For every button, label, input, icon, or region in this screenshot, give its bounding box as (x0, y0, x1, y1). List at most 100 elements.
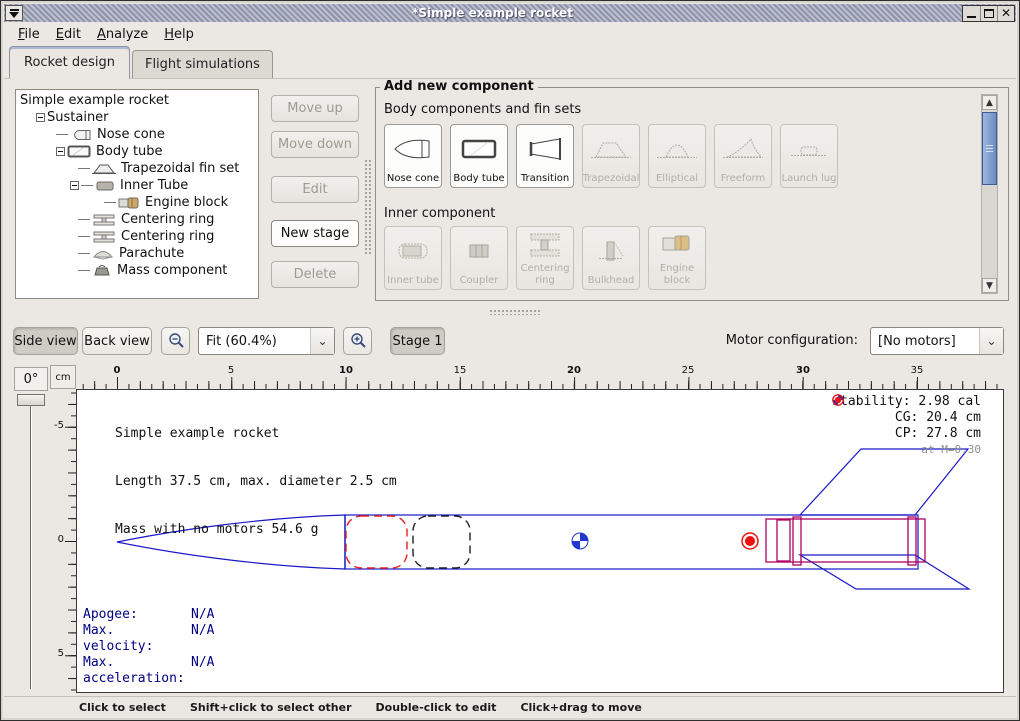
scrollbar-thumb[interactable] (982, 112, 997, 185)
rocket-info: Simple example rocket Length 37.5 cm, ma… (115, 394, 397, 570)
rotation-value: 0° (14, 367, 48, 391)
add-engine-block-button[interactable]: Engine block (648, 226, 706, 290)
move-up-button[interactable]: Move up (271, 95, 359, 122)
freeform-fin-icon (721, 125, 765, 173)
flight-data: Apogee:N/A Max. velocity:N/A Max. accele… (83, 607, 214, 687)
tree-item-fin-set[interactable]: Trapezoidal fin set (16, 160, 258, 177)
component-scrollbar[interactable]: ▲ ▼ (981, 94, 998, 294)
group-title: Add new component (380, 79, 538, 94)
add-launch-lug-button[interactable]: Launch lug (780, 124, 838, 188)
hint-shift-click: Shift+click to select other (190, 701, 352, 714)
cp-marker (742, 533, 758, 549)
menu-file[interactable]: File (12, 25, 46, 44)
horizontal-splitter[interactable] (4, 306, 1016, 316)
side-view-button[interactable]: Side view (13, 327, 78, 355)
add-freeform-fin-button[interactable]: Freeform (714, 124, 772, 188)
component-tree[interactable]: Simple example rocket Sustainer Nose con… (15, 89, 259, 299)
launch-lug-icon (787, 125, 831, 173)
body-components-label: Body components and fin sets (384, 102, 581, 117)
hint-click-drag: Click+drag to move (520, 701, 641, 714)
chevron-down-icon: ▼ (986, 281, 993, 291)
tree-item-engine-block[interactable]: Engine block (16, 194, 258, 211)
chevron-down-icon: ⌄ (979, 328, 1003, 354)
vertical-splitter[interactable] (364, 159, 371, 255)
fin-upper-outline (800, 449, 968, 515)
title-bar[interactable]: *Simple example rocket ✕ (4, 4, 1016, 22)
new-stage-button[interactable]: New stage (271, 220, 359, 247)
vertical-ruler: -5 0 5 (50, 389, 76, 693)
hint-click-select: Click to select (79, 701, 166, 714)
tab-flight-simulations[interactable]: Flight simulations (132, 50, 273, 78)
scroll-down-button[interactable]: ▼ (982, 278, 997, 293)
add-nose-cone-button[interactable]: Nose cone (384, 124, 442, 188)
coupler-icon (457, 227, 501, 275)
inner-component-buttons: Inner tube Coupler Centering ring Bulkhe… (384, 226, 706, 290)
move-down-button[interactable]: Move down (271, 131, 359, 158)
centering-ring-icon (523, 227, 567, 263)
back-view-button[interactable]: Back view (82, 327, 152, 355)
engine-block-icon (655, 227, 699, 263)
motor-configuration-combo[interactable]: [No motors] ⌄ (870, 327, 1004, 355)
delete-button[interactable]: Delete (271, 261, 359, 288)
mass-component-outline (413, 516, 470, 568)
add-inner-tube-button[interactable]: Inner tube (384, 226, 442, 290)
mach-note: at M=0.30 (832, 442, 981, 458)
zoom-out-button[interactable] (161, 327, 190, 355)
openrocket-window: *Simple example rocket ✕ File Edit Analy… (0, 0, 1020, 721)
add-coupler-button[interactable]: Coupler (450, 226, 508, 290)
motor-configuration-label: Motor configuration: (726, 333, 858, 348)
magnifier-minus-icon (167, 332, 185, 350)
trapezoidal-fin-icon (92, 162, 116, 175)
tree-item-centering-ring-2[interactable]: Centering ring (16, 228, 258, 245)
tree-item-parachute[interactable]: Parachute (16, 245, 258, 262)
engine-block-outline (777, 520, 790, 561)
minimize-button[interactable] (963, 6, 980, 21)
close-button[interactable]: ✕ (997, 6, 1014, 21)
body-component-buttons: Nose cone Body tube Transition Trapezoid… (384, 124, 838, 188)
window-menu-button[interactable] (5, 5, 23, 21)
zoom-level-combo[interactable]: Fit (60.4%) ⌄ (198, 327, 335, 355)
menu-analyze[interactable]: Analyze (91, 25, 154, 44)
collapse-icon[interactable] (56, 147, 65, 156)
edit-button[interactable]: Edit (271, 176, 359, 203)
inner-tube-icon (95, 180, 115, 192)
tab-rocket-design[interactable]: Rocket design (9, 46, 130, 79)
tree-item-mass-component[interactable]: Mass component (16, 262, 258, 279)
tree-item-nose-cone[interactable]: Nose cone (16, 126, 258, 143)
rotation-slider-handle[interactable] (17, 394, 45, 406)
stability-info: Stability: 2.98 cal CG: 20.4 cm CP: 27.8… (832, 394, 981, 458)
collapse-icon[interactable] (70, 181, 79, 190)
tree-item-inner-tube[interactable]: Inner Tube (16, 177, 258, 194)
chevron-up-icon: ▲ (986, 98, 993, 108)
menu-edit[interactable]: Edit (50, 25, 87, 44)
tree-item-rocket[interactable]: Simple example rocket (16, 92, 258, 109)
magnifier-plus-icon (349, 332, 367, 350)
horizontal-ruler: 0 5 10 15 20 25 30 35 (76, 365, 1004, 389)
add-body-tube-button[interactable]: Body tube (450, 124, 508, 188)
menu-help[interactable]: Help (158, 25, 200, 44)
body-tube-icon (457, 125, 501, 173)
tree-item-centering-ring-1[interactable]: Centering ring (16, 211, 258, 228)
rocket-canvas[interactable]: Simple example rocket Length 37.5 cm, ma… (76, 389, 1004, 693)
tree-item-sustainer[interactable]: Sustainer (16, 109, 258, 126)
tree-item-body-tube[interactable]: Body tube (16, 143, 258, 160)
cp-line: CP: 27.8 cm (832, 426, 981, 442)
maximize-button[interactable] (980, 6, 997, 21)
add-centering-ring-button[interactable]: Centering ring (516, 226, 574, 290)
maximize-icon (984, 9, 994, 18)
bulkhead-icon (589, 227, 633, 275)
window-title: *Simple example rocket (23, 6, 962, 20)
zoom-in-button[interactable] (343, 327, 372, 355)
add-transition-button[interactable]: Transition (516, 124, 574, 188)
add-bulkhead-button[interactable]: Bulkhead (582, 226, 640, 290)
parachute-icon (92, 248, 114, 260)
add-elliptical-fin-button[interactable]: Elliptical (648, 124, 706, 188)
stage-1-toggle[interactable]: Stage 1 (390, 327, 445, 355)
rotation-slider[interactable] (30, 401, 32, 689)
collapse-icon[interactable] (36, 113, 45, 122)
window-menu-icon (10, 9, 19, 11)
scroll-up-button[interactable]: ▲ (982, 95, 997, 110)
menu-bar: File Edit Analyze Help (4, 23, 1016, 45)
add-component-group: Add new component Body components and fi… (375, 87, 1009, 301)
add-trapezoidal-fin-button[interactable]: Trapezoidal (582, 124, 640, 188)
